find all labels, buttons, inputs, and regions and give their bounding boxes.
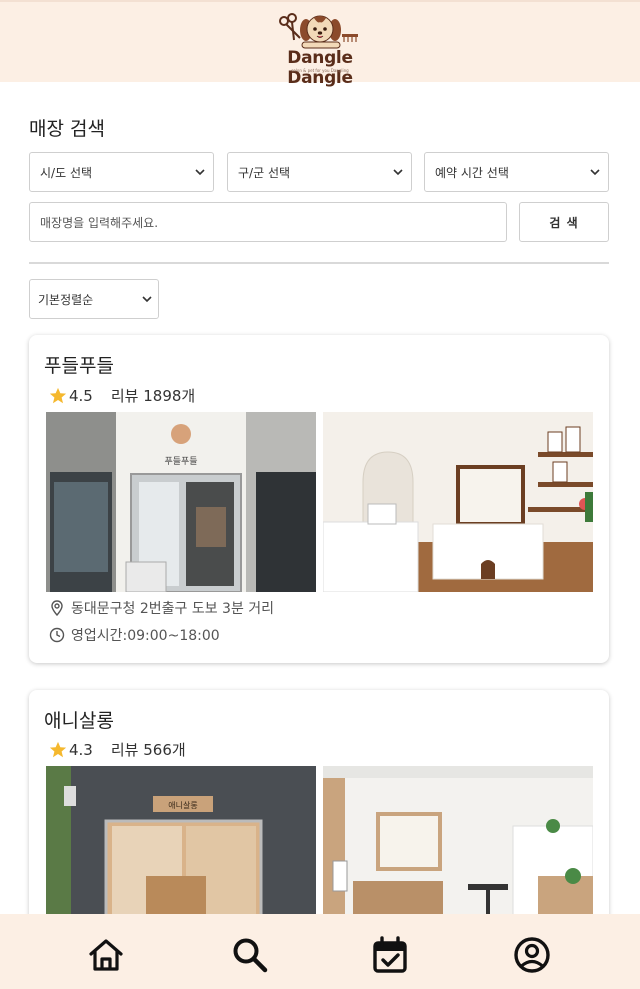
star-icon — [49, 387, 67, 403]
logo-subtitle: salon & pet for you Dangling — [291, 68, 349, 73]
store-name-input-placeholder: 매장명을 입력해주세요. — [40, 215, 159, 230]
rating-value: 4.5 — [69, 386, 93, 405]
gugun-select-value: 구/군 선택 — [238, 165, 291, 180]
store-name-input[interactable]: 매장명을 입력해주세요. — [29, 202, 507, 242]
store-address-text: 동대문구청 2번출구 도보 3분 거리 — [71, 601, 275, 617]
store-rating: 4.3 리뷰 566개 — [49, 739, 186, 760]
dog-logo-icon — [279, 13, 358, 49]
store-card[interactable]: 푸들푸들 4.5 리뷰 1898개 푸들푸들 동대문구청 2번출구 도보 3분 … — [29, 335, 609, 663]
dangle-dangle-logo[interactable]: Dangle Dangle salon & pet for you Dangli… — [262, 12, 378, 88]
store-hours: 영업시간:09:00~18:00 — [49, 625, 220, 645]
search-icon[interactable] — [231, 936, 269, 974]
home-icon[interactable] — [87, 936, 125, 974]
gugun-select[interactable]: 구/군 선택 — [227, 152, 412, 192]
chevron-down-icon — [142, 296, 152, 303]
sign-text: 애니살롱 — [168, 800, 197, 810]
reservation-time-select[interactable]: 예약 시간 선택 — [424, 152, 609, 192]
calendar-check-icon[interactable] — [371, 936, 409, 974]
store-name: 푸들푸들 — [44, 355, 114, 377]
search-button[interactable]: 검 색 — [519, 202, 609, 242]
store-interior-photo[interactable] — [323, 412, 593, 592]
store-address: 동대문구청 2번출구 도보 3분 거리 — [49, 598, 274, 618]
rating-value: 4.3 — [69, 740, 93, 759]
store-rating: 4.5 리뷰 1898개 — [49, 385, 195, 406]
sido-select-value: 시/도 선택 — [40, 165, 93, 180]
app-header: Dangle Dangle salon & pet for you Dangli… — [0, 0, 640, 88]
store-hours-text: 영업시간:09:00~18:00 — [71, 628, 220, 644]
sort-select-value: 기본정렬순 — [38, 292, 94, 307]
sido-select[interactable]: 시/도 선택 — [29, 152, 214, 192]
store-name: 애니살롱 — [44, 710, 114, 732]
sort-select[interactable]: 기본정렬순 — [29, 279, 159, 319]
location-pin-icon — [51, 600, 63, 616]
review-count: 리뷰 566개 — [110, 741, 186, 759]
reservation-time-select-value: 예약 시간 선택 — [435, 165, 509, 180]
clock-icon — [49, 627, 65, 643]
sign-text: 푸들푸들 — [164, 456, 197, 467]
user-circle-icon[interactable] — [513, 936, 551, 974]
chevron-down-icon — [195, 169, 205, 176]
chevron-down-icon — [590, 169, 600, 176]
star-icon — [49, 741, 67, 757]
chevron-down-icon — [393, 169, 403, 176]
store-search-title: 매장 검색 — [29, 118, 105, 140]
divider — [29, 262, 609, 264]
review-count: 리뷰 1898개 — [110, 387, 196, 405]
bottom-tab-bar — [0, 914, 640, 989]
store-exterior-photo[interactable]: 푸들푸들 — [46, 412, 316, 592]
